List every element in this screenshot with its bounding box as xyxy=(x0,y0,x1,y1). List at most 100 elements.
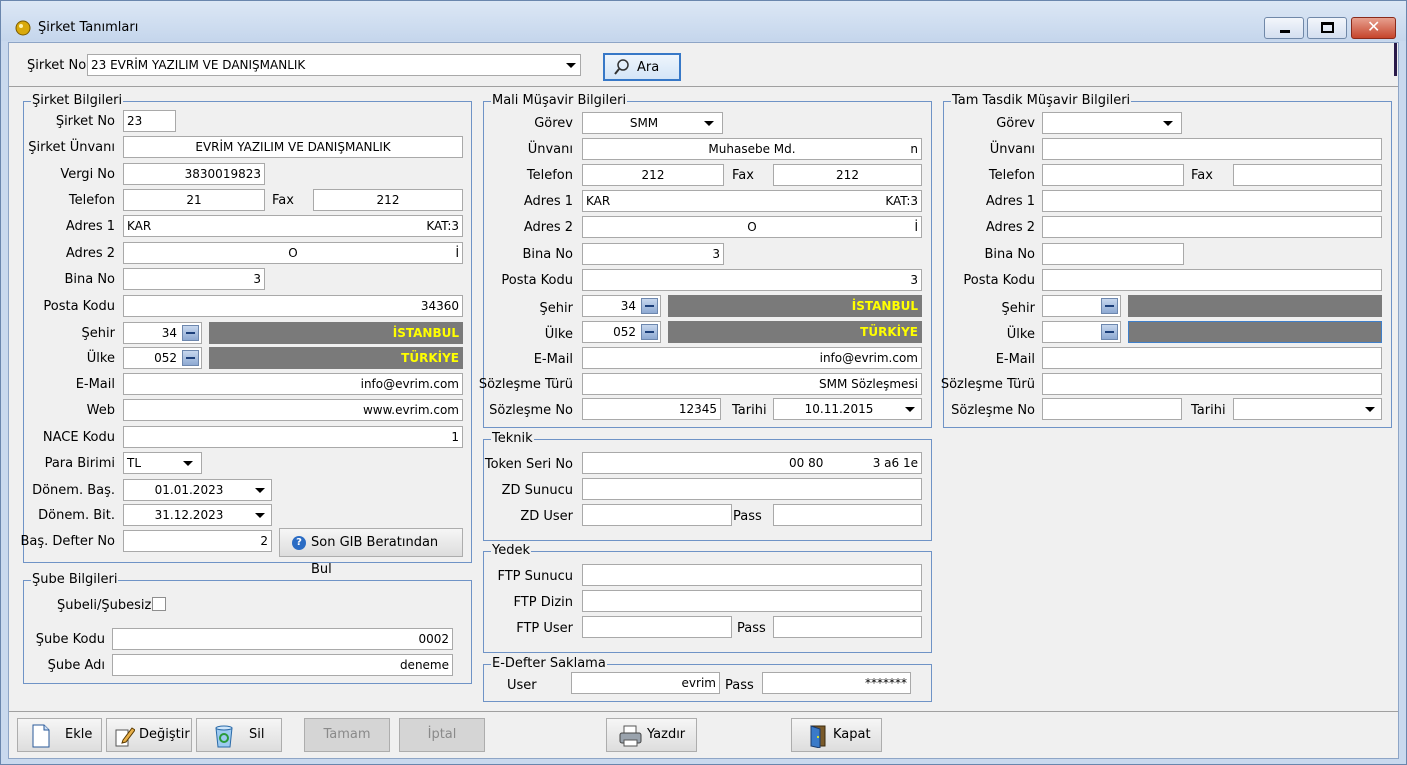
sirket-no-field[interactable]: 23 xyxy=(123,110,176,132)
tam-ulke-label: Ülke xyxy=(1006,327,1035,342)
tam-ulke-code-field[interactable] xyxy=(1042,321,1121,343)
sirket-no-label: Şirket No xyxy=(55,114,115,129)
tam-sehir-code-field[interactable] xyxy=(1042,295,1121,317)
tam-adres2-field[interactable] xyxy=(1042,216,1382,238)
tam-gorev-select[interactable] xyxy=(1042,112,1182,134)
mali-adres2-field[interactable]: Oİ xyxy=(582,216,922,238)
donem-bas-label: Dönem. Baş. xyxy=(32,483,115,498)
iptal-label: İptal xyxy=(427,727,457,742)
kapat-button[interactable]: Kapat xyxy=(791,718,882,752)
para-select[interactable]: TL xyxy=(123,452,202,474)
yazdir-button[interactable]: Yazdır xyxy=(606,718,697,752)
posta-field[interactable]: 34360 xyxy=(123,295,463,317)
mali-adres1-field[interactable]: KAR KAT:3 xyxy=(582,190,922,212)
ftp-dizin-field[interactable] xyxy=(582,590,922,612)
ara-label: Ara xyxy=(637,60,660,75)
mali-sozlesme-turu-field[interactable]: SMM Sözleşmesi xyxy=(582,373,922,395)
mali-email-field[interactable]: info@evrim.com xyxy=(582,347,922,369)
adres2-field[interactable]: Oİ xyxy=(123,242,463,264)
ftp-pass-field[interactable] xyxy=(773,616,922,638)
mali-adres1-value-a: KAR xyxy=(586,194,611,208)
mali-gorev-select[interactable]: SMM xyxy=(582,112,723,134)
sube-adi-field[interactable]: deneme xyxy=(112,654,453,676)
lookup-icon[interactable] xyxy=(1101,324,1118,340)
edefter-pass-field[interactable]: ******* xyxy=(762,672,911,694)
web-field[interactable]: www.evrim.com xyxy=(123,399,463,421)
sehir-code-value: 34 xyxy=(161,326,177,340)
sube-kodu-field[interactable]: 0002 xyxy=(112,628,453,650)
vergi-field[interactable]: 3830019823 xyxy=(123,163,265,185)
mali-sehir-code-field[interactable]: 34 xyxy=(582,295,661,317)
email-field[interactable]: info@evrim.com xyxy=(123,373,463,395)
iptal-button[interactable]: İptal xyxy=(399,718,485,752)
mali-ulke-code-field[interactable]: 052 xyxy=(582,321,661,343)
mali-unvan-field[interactable]: Muhasebe Md. n xyxy=(582,138,922,160)
sirket-select[interactable]: 23 EVRİM YAZILIM VE DANIŞMANLIK xyxy=(87,54,581,76)
edefter-user-field[interactable]: evrim xyxy=(571,672,720,694)
tam-fax-field[interactable] xyxy=(1233,164,1382,186)
zd-pass-field[interactable] xyxy=(773,504,922,526)
bina-field[interactable]: 3 xyxy=(123,268,265,290)
ulke-code-field[interactable]: 052 xyxy=(123,347,202,369)
search-icon xyxy=(613,58,631,86)
tam-tarih-field[interactable] xyxy=(1233,398,1382,420)
sirket-unvan-field[interactable]: EVRİM YAZILIM VE DANIŞMANLIK xyxy=(123,136,463,158)
lookup-icon[interactable] xyxy=(182,350,199,366)
tam-sozlesme-turu-field[interactable] xyxy=(1042,373,1382,395)
sil-button[interactable]: Sil xyxy=(196,718,282,752)
ftp-sunucu-field[interactable] xyxy=(582,564,922,586)
close-button[interactable]: ✕ xyxy=(1351,17,1396,39)
mali-unvan-value-b: n xyxy=(910,142,918,156)
maximize-button[interactable] xyxy=(1307,17,1347,39)
mali-posta-field[interactable]: 3 xyxy=(582,269,922,291)
fax-field[interactable]: 212 xyxy=(313,189,463,211)
subeli-checkbox[interactable] xyxy=(152,597,166,611)
token-field[interactable]: 00 80 3 a6 1e xyxy=(582,452,922,474)
tamam-button[interactable]: Tamam xyxy=(304,718,390,752)
tam-bina-field[interactable] xyxy=(1042,243,1184,265)
lookup-icon[interactable] xyxy=(1101,298,1118,314)
ftp-user-field[interactable] xyxy=(582,616,732,638)
donem-bit-field[interactable]: 31.12.2023 xyxy=(123,504,272,526)
ara-button[interactable]: Ara xyxy=(603,53,681,81)
tam-unvan-field[interactable] xyxy=(1042,138,1382,160)
adres1-field[interactable]: KAR KAT:3 xyxy=(123,215,463,237)
ekle-button[interactable]: Ekle xyxy=(17,718,102,752)
zd-user-field[interactable] xyxy=(582,504,732,526)
mali-tarih-value: 10.11.2015 xyxy=(804,402,874,416)
adres1-label: Adres 1 xyxy=(65,219,115,234)
zd-sunucu-field[interactable] xyxy=(582,478,922,500)
mali-tarih-field[interactable]: 10.11.2015 xyxy=(773,398,922,420)
tam-adres1-field[interactable] xyxy=(1042,190,1382,212)
tam-unvan-label: Ünvanı xyxy=(989,142,1035,157)
lookup-icon[interactable] xyxy=(182,325,199,341)
tam-sehir-label: Şehir xyxy=(1001,301,1035,316)
son-gib-button[interactable]: ? Son GIB Beratından Bul xyxy=(279,528,463,577)
tam-posta-label: Posta Kodu xyxy=(963,273,1035,288)
tam-ulke-name-field xyxy=(1128,321,1382,343)
mali-telefon-field[interactable]: 212 xyxy=(582,164,724,186)
tam-posta-field[interactable] xyxy=(1042,269,1382,291)
telefon-field[interactable]: 21 xyxy=(123,189,265,211)
mali-sozlesme-no-field[interactable]: 12345 xyxy=(582,398,721,420)
tam-gorev-label: Görev xyxy=(996,116,1035,131)
mali-bina-field[interactable]: 3 xyxy=(582,243,724,265)
chevron-down-icon xyxy=(905,407,915,412)
chevron-down-icon xyxy=(1163,121,1173,126)
defter-no-field[interactable]: 2 xyxy=(123,530,272,552)
mali-unvan-value: Muhasebe Md. xyxy=(708,142,796,156)
sube-adi-label: Şube Adı xyxy=(47,658,105,673)
mali-sehir-label: Şehir xyxy=(539,301,573,316)
tam-email-field[interactable] xyxy=(1042,347,1382,369)
lookup-icon[interactable] xyxy=(641,324,658,340)
donem-bas-field[interactable]: 01.01.2023 xyxy=(123,479,272,501)
nace-field[interactable]: 1 xyxy=(123,426,463,448)
mali-fax-field[interactable]: 212 xyxy=(773,164,922,186)
tam-telefon-field[interactable] xyxy=(1042,164,1184,186)
lookup-icon[interactable] xyxy=(641,298,658,314)
degistir-button[interactable]: Değiştir xyxy=(106,718,192,752)
tam-sozlesme-no-field[interactable] xyxy=(1042,398,1182,420)
tam-adres1-label: Adres 1 xyxy=(985,194,1035,209)
sehir-code-field[interactable]: 34 xyxy=(123,322,202,344)
minimize-button[interactable] xyxy=(1264,17,1304,39)
